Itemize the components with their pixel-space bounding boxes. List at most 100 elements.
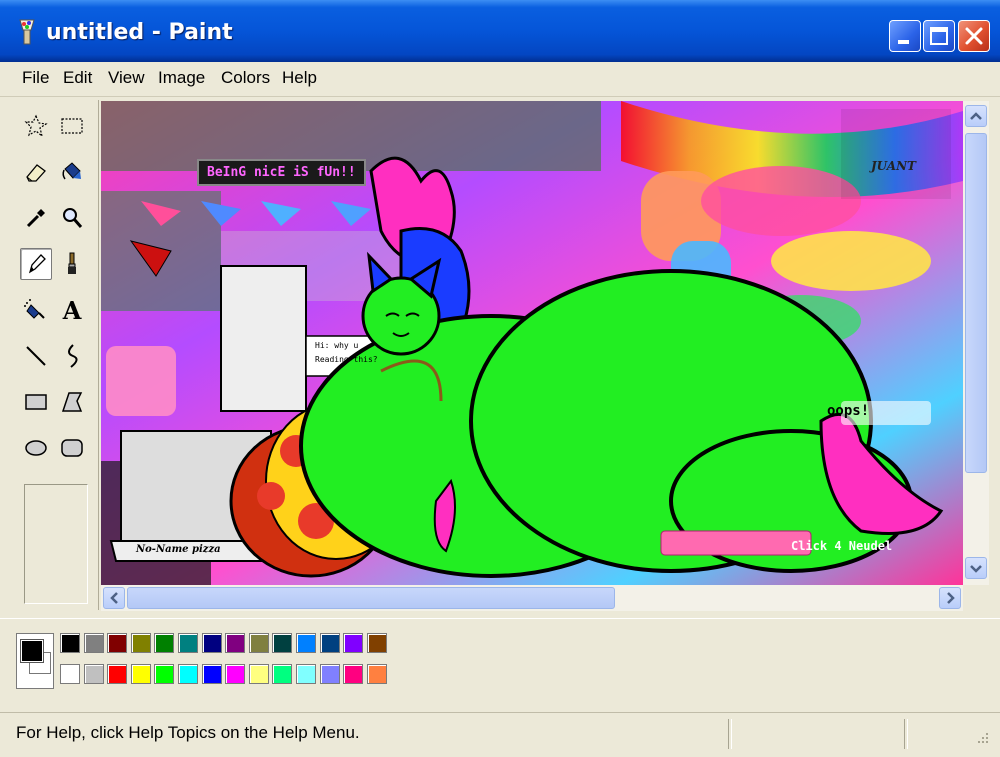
menu-view[interactable]: View — [108, 68, 145, 88]
color-picker-icon — [26, 209, 45, 228]
foreground-color-swatch[interactable] — [20, 639, 44, 663]
text-tool-icon: A — [62, 295, 82, 325]
chevron-right-icon — [947, 592, 955, 604]
window-title: untitled - Paint — [46, 20, 233, 45]
vertical-scrollbar[interactable] — [963, 101, 989, 585]
palette-swatch[interactable] — [154, 633, 175, 653]
tool-free-form-select[interactable] — [20, 110, 52, 142]
tool-fill[interactable] — [56, 156, 88, 188]
minimize-icon — [898, 40, 909, 44]
rounded-rect-icon — [61, 439, 83, 457]
pencil-icon — [28, 254, 46, 274]
menu-help[interactable]: Help — [282, 68, 317, 88]
horizontal-scroll-thumb[interactable] — [127, 587, 615, 609]
menu-edit[interactable]: Edit — [63, 68, 92, 88]
close-button[interactable] — [958, 20, 990, 52]
status-divider — [904, 719, 908, 749]
scroll-left-button[interactable] — [103, 587, 125, 609]
palette-swatch[interactable] — [60, 664, 80, 684]
rect-select-icon — [61, 118, 83, 134]
menu-bar: File Edit View Image Colors Help — [0, 62, 1000, 97]
maximize-icon — [930, 27, 948, 45]
status-bar: For Help, click Help Topics on the Help … — [0, 712, 1000, 757]
minimize-button[interactable] — [889, 20, 921, 52]
oops-text: oops! — [827, 403, 870, 419]
tool-curve[interactable] — [56, 340, 88, 372]
tool-brush[interactable] — [56, 248, 88, 280]
palette-swatch[interactable] — [296, 664, 316, 684]
tool-airbrush[interactable] — [20, 294, 52, 326]
palette-swatch[interactable] — [225, 664, 246, 684]
status-help-text: For Help, click Help Topics on the Help … — [16, 723, 360, 742]
scroll-down-button[interactable] — [965, 557, 987, 579]
resize-grip-icon[interactable] — [972, 731, 992, 751]
tool-rounded-rectangle[interactable] — [56, 432, 88, 464]
tool-options-box[interactable] — [24, 484, 88, 604]
airbrush-icon — [24, 299, 45, 319]
palette-swatch[interactable] — [319, 664, 340, 684]
eraser-icon — [26, 164, 46, 182]
menu-colors[interactable]: Colors — [221, 68, 270, 88]
palette-swatch[interactable] — [83, 633, 104, 653]
menu-image[interactable]: Image — [158, 68, 205, 88]
free-form-select-icon — [24, 114, 48, 138]
palette-swatch[interactable] — [178, 664, 198, 684]
palette-swatch[interactable] — [83, 664, 104, 684]
palette-swatch[interactable] — [272, 633, 293, 653]
palette-swatch[interactable] — [154, 664, 175, 684]
tool-eraser[interactable] — [20, 156, 52, 188]
click-button-text: Click 4 Neudel — [791, 539, 893, 553]
tool-ellipse[interactable] — [20, 432, 52, 464]
rectangle-icon — [25, 394, 47, 410]
tool-select[interactable] — [56, 110, 88, 142]
vertical-scroll-thumb[interactable] — [965, 133, 987, 473]
scroll-right-button[interactable] — [939, 587, 961, 609]
menu-file[interactable]: File — [22, 68, 49, 88]
current-colors[interactable] — [16, 633, 54, 689]
note-line-2: Reading this? — [315, 355, 378, 364]
tool-text[interactable]: A — [56, 294, 88, 326]
paint-window: untitled - Paint File Edit View Image Co… — [0, 0, 1000, 757]
tool-line[interactable] — [20, 340, 52, 372]
palette-swatch[interactable] — [343, 633, 364, 653]
palette-swatch[interactable] — [107, 664, 128, 684]
maximize-button[interactable] — [923, 20, 955, 52]
drawing-canvas[interactable]: BeInG nicE iS fUn!! Hi: why u Reading th… — [101, 101, 963, 585]
nice-sign: BeInG nicE iS fUn!! — [197, 159, 366, 186]
palette-swatch[interactable] — [272, 664, 293, 684]
color-box — [0, 618, 1000, 709]
palette-swatch[interactable] — [296, 633, 316, 653]
palette-swatch[interactable] — [225, 633, 246, 653]
palette-swatch[interactable] — [107, 633, 128, 653]
palette-swatch[interactable] — [201, 664, 222, 684]
curve-icon — [68, 344, 78, 368]
paint-app-icon — [19, 19, 35, 45]
magnifier-icon — [63, 208, 83, 228]
palette-swatch[interactable] — [60, 633, 80, 653]
fill-bucket-icon — [62, 162, 81, 180]
palette-swatch[interactable] — [130, 633, 151, 653]
tool-color-picker[interactable] — [20, 202, 52, 234]
palette-swatch[interactable] — [178, 633, 198, 653]
palette-swatch[interactable] — [366, 633, 387, 653]
chevron-up-icon — [970, 112, 982, 120]
polygon-icon — [61, 392, 83, 412]
palette-swatch[interactable] — [248, 664, 269, 684]
palette-swatch[interactable] — [366, 664, 387, 684]
palette-swatch[interactable] — [343, 664, 364, 684]
palette-swatch[interactable] — [319, 633, 340, 653]
toolbox: A — [14, 100, 99, 610]
palette-swatch[interactable] — [248, 633, 269, 653]
chevron-left-icon — [110, 592, 118, 604]
palette-swatch[interactable] — [201, 633, 222, 653]
title-bar[interactable]: untitled - Paint — [0, 0, 1000, 62]
tool-magnifier[interactable] — [56, 202, 88, 234]
scroll-up-button[interactable] — [965, 105, 987, 127]
tool-polygon[interactable] — [56, 386, 88, 418]
tool-rectangle[interactable] — [20, 386, 52, 418]
note-line-1: Hi: why u — [315, 341, 359, 350]
palette-swatch[interactable] — [130, 664, 151, 684]
line-icon — [26, 346, 46, 366]
horizontal-scrollbar[interactable] — [101, 585, 963, 611]
tool-pencil[interactable] — [20, 248, 52, 280]
